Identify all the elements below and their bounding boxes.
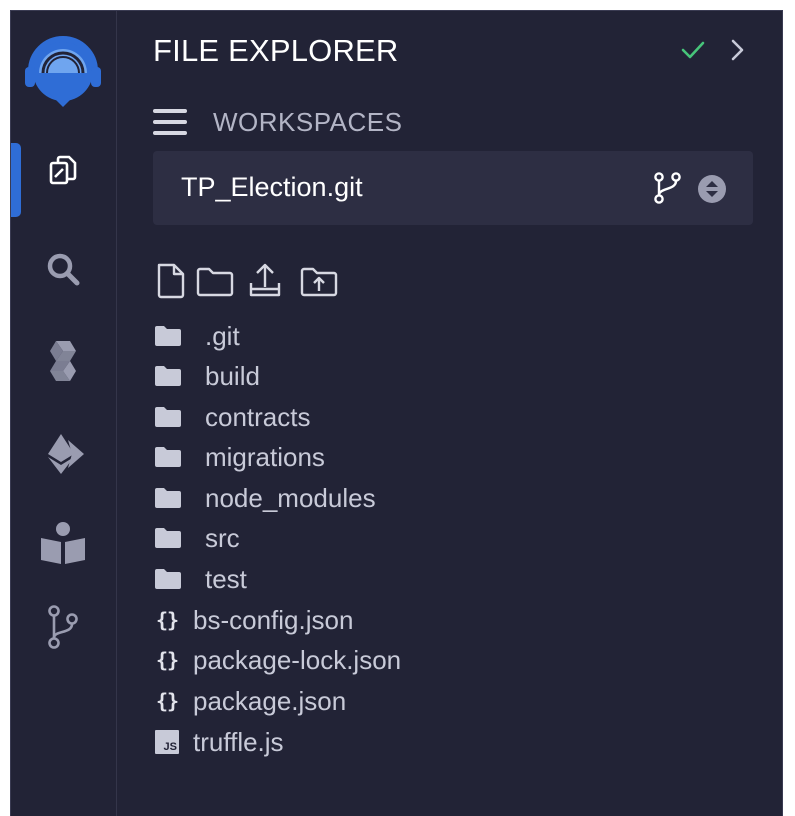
- activity-search[interactable]: [11, 237, 115, 301]
- tree-item-label: bs-config.json: [193, 604, 354, 635]
- activity-bar: [11, 11, 117, 816]
- tree-item-label: node_modules: [205, 482, 376, 513]
- tree-item-label: src: [205, 522, 240, 553]
- tree-item-label: truffle.js: [193, 726, 284, 757]
- upload-folder-icon[interactable]: [299, 261, 339, 301]
- workspaces-label: WORKSPACES: [213, 107, 403, 137]
- tree-item-label: build: [205, 360, 260, 391]
- folder-icon: [153, 402, 183, 432]
- folder-icon: [153, 564, 183, 594]
- json-file-icon: {}: [155, 689, 179, 713]
- js-file-icon: JS: [153, 727, 181, 757]
- tree-file[interactable]: JS truffle.js: [153, 722, 753, 762]
- search-icon: [47, 253, 80, 286]
- book-reader-icon: [41, 522, 85, 564]
- activity-deploy-run[interactable]: [11, 421, 115, 485]
- tree-item-label: package.json: [193, 685, 347, 716]
- solidity-icon: [50, 341, 76, 381]
- activity-file-explorer[interactable]: [11, 139, 115, 217]
- file-explorer-panel: FILE EXPLORER WORKSPACES TP_Election.git: [117, 11, 782, 816]
- tree-folder[interactable]: node_modules: [153, 478, 753, 518]
- check-icon[interactable]: [678, 35, 708, 65]
- tree-folder[interactable]: build: [153, 356, 753, 396]
- tree-file[interactable]: {} package.json: [153, 681, 753, 721]
- activity-git[interactable]: [11, 595, 115, 659]
- activity-solidity-compiler[interactable]: [11, 329, 115, 393]
- new-file-icon[interactable]: [151, 261, 191, 301]
- tree-folder[interactable]: .git: [153, 316, 753, 356]
- tree-file[interactable]: {} package-lock.json: [153, 640, 753, 680]
- tree-item-label: .git: [205, 320, 240, 351]
- tree-item-label: test: [205, 563, 247, 594]
- json-file-icon: {}: [155, 648, 179, 672]
- tree-file[interactable]: {} bs-config.json: [153, 600, 753, 640]
- select-arrows-icon: [698, 175, 726, 203]
- upload-file-icon[interactable]: [245, 261, 285, 301]
- workspace-name: TP_Election.git: [181, 172, 363, 202]
- new-folder-icon[interactable]: [195, 261, 235, 301]
- tree-folder[interactable]: test: [153, 559, 753, 599]
- ethereum-icon: [48, 434, 84, 474]
- folder-icon: [153, 321, 183, 351]
- chevron-right-icon[interactable]: [722, 35, 752, 65]
- folder-icon: [153, 483, 183, 513]
- remix-window: FILE EXPLORER WORKSPACES TP_Election.git: [10, 10, 783, 816]
- activity-learneth[interactable]: [11, 511, 115, 575]
- json-file-icon: {}: [155, 608, 179, 632]
- folder-icon: [153, 361, 183, 391]
- tree-folder[interactable]: src: [153, 518, 753, 558]
- git-branch-icon: [654, 172, 681, 204]
- files-icon: [49, 155, 77, 185]
- tree-item-label: migrations: [205, 441, 325, 472]
- panel-title: FILE EXPLORER: [153, 33, 399, 68]
- git-branch-icon: [48, 605, 78, 649]
- folder-icon: [153, 523, 183, 553]
- workspace-select[interactable]: TP_Election.git: [153, 151, 753, 225]
- tree-folder[interactable]: contracts: [153, 397, 753, 437]
- tree-item-label: package-lock.json: [193, 644, 402, 675]
- tree-folder[interactable]: migrations: [153, 437, 753, 477]
- remix-logo[interactable]: [17, 27, 109, 119]
- tree-item-label: contracts: [205, 401, 311, 432]
- hamburger-menu-icon[interactable]: [153, 107, 189, 137]
- folder-icon: [153, 442, 183, 472]
